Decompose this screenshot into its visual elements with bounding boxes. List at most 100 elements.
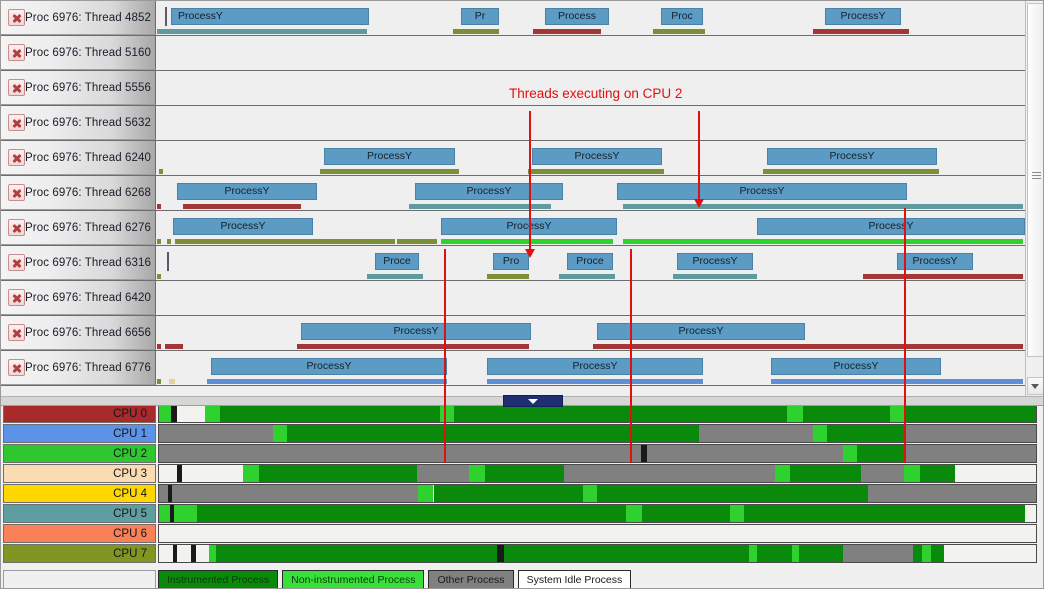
thread-row[interactable]: Proc 6976: Thread 4852 ProcessY Pr Process P… [1, 1, 1043, 36]
close-icon[interactable] [8, 79, 25, 96]
thread-activity-bar[interactable]: ProcessY [767, 148, 937, 165]
thread-activity-bar[interactable]: ProcessY [211, 358, 447, 375]
thread-row[interactable]: Proc 6976: Thread 6240 ProcessY ProcessY Pr… [1, 141, 1043, 176]
cpu-segment [749, 545, 758, 562]
thread-label-cell: Proc 6976: Thread 5556 [1, 71, 156, 105]
thread-activity-bar[interactable]: Pro [493, 253, 529, 270]
thread-row[interactable]: Proc 6976: Thread 6316 Proce Pro Proce Proce… [1, 246, 1043, 281]
thread-track[interactable]: ProcessY ProcessY [157, 316, 1043, 350]
thread-activity-bar[interactable]: Process [545, 8, 609, 25]
thread-state-bar [207, 379, 447, 384]
thread-track[interactable] [157, 36, 1043, 70]
legend-spacer [3, 570, 156, 588]
chevron-down-icon [1031, 384, 1039, 389]
thread-timeline-pane[interactable]: Proc 6976: Thread 4852 ProcessY Pr Process P… [1, 1, 1043, 396]
cpu-segment [173, 505, 197, 522]
thread-row[interactable]: Proc 6976: Thread 6776 ProcessY ProcessY Pr… [1, 351, 1043, 386]
thread-activity-bar[interactable]: ProcessY [415, 183, 563, 200]
thread-activity-bar[interactable]: ProcessY [301, 323, 531, 340]
thread-track[interactable]: ProcessYProcessYProcessY [157, 211, 1043, 245]
thread-label: Proc 6976: Thread 5632 [25, 116, 152, 129]
close-icon[interactable] [8, 324, 25, 341]
close-icon[interactable] [8, 44, 25, 61]
cpu-activity-track[interactable] [158, 484, 1037, 503]
cpu-segment [868, 485, 1036, 502]
thread-state-bar [533, 29, 601, 34]
cpu-label: CPU 7 [3, 544, 156, 563]
cpu-segment [596, 485, 869, 502]
close-icon[interactable] [8, 219, 25, 236]
cpu-segment [827, 425, 907, 442]
thread-activity-bar[interactable]: Proce [567, 253, 613, 270]
close-icon[interactable] [8, 184, 25, 201]
thread-activity-bar[interactable]: ProcessY [597, 323, 805, 340]
thread-row[interactable]: Proc 6976: Thread 6268 ProcessY ProcessY Pr… [1, 176, 1043, 211]
thread-activity-bar[interactable]: ProcessY [173, 218, 313, 235]
chevron-down-icon [528, 399, 538, 404]
thread-state-bar [157, 274, 161, 279]
thread-activity-bar[interactable]: Pr [461, 8, 499, 25]
cpu-segment [243, 465, 259, 482]
cpu-row: CPU 3 [1, 464, 1043, 484]
cpu-segment [1016, 465, 1036, 482]
thread-activity-bar[interactable]: ProcessY [617, 183, 907, 200]
thread-activity-bar[interactable]: ProcessY [677, 253, 753, 270]
cpu-segment [646, 445, 844, 462]
thread-track[interactable]: ProcessY ProcessY ProcessY [157, 176, 1043, 210]
scroll-down-button[interactable] [1027, 377, 1043, 395]
thread-track[interactable]: Proce Pro Proce ProcessY ProcessY [157, 246, 1043, 280]
thread-activity-bar[interactable]: ProcessY [771, 358, 941, 375]
splitter-handle[interactable] [503, 395, 563, 407]
thread-label-cell: Proc 6976: Thread 5160 [1, 36, 156, 70]
thread-state-bar [157, 344, 161, 349]
thread-track[interactable] [157, 281, 1043, 315]
thread-track[interactable]: ProcessY ProcessY ProcessY [157, 141, 1043, 175]
thread-activity-bar[interactable]: ProcessY [487, 358, 703, 375]
cpu-segment [930, 545, 944, 562]
annotation-pointer-line [904, 208, 906, 463]
close-icon[interactable] [8, 114, 25, 131]
thread-label: Proc 6976: Thread 6240 [25, 151, 152, 164]
annotation-pointer-line [698, 111, 700, 201]
cpu-activity-track[interactable] [158, 524, 1037, 543]
thread-pane-scrollbar[interactable] [1025, 1, 1043, 396]
thread-row[interactable]: Proc 6976: Thread 6656 ProcessY ProcessY [1, 316, 1043, 351]
thread-label-cell: Proc 6976: Thread 6316 [1, 246, 156, 280]
cpu-segment [921, 545, 931, 562]
thread-activity-bar[interactable]: ProcessY [177, 183, 317, 200]
thread-state-bar [593, 344, 1023, 349]
close-icon[interactable] [8, 359, 25, 376]
cpu-activity-track[interactable] [158, 504, 1037, 523]
scrollbar-thumb[interactable] [1027, 3, 1043, 357]
thread-label-cell: Proc 6976: Thread 6420 [1, 281, 156, 315]
thread-activity-bar[interactable]: ProcessY [324, 148, 455, 165]
thread-row[interactable]: Proc 6976: Thread 5160 [1, 36, 1043, 71]
cpu-segment [439, 405, 454, 422]
thread-state-bar [157, 29, 367, 34]
cpu-segment [159, 425, 273, 442]
thread-activity-bar[interactable]: Proce [375, 253, 419, 270]
thread-track[interactable]: ProcessY ProcessY ProcessY [157, 351, 1043, 385]
thread-activity-bar[interactable]: ProcessY [532, 148, 662, 165]
thread-row[interactable]: Proc 6976: Thread 6276ProcessYProcessYPr… [1, 211, 1043, 246]
annotation-arrowhead-icon [694, 199, 704, 208]
thread-activity-bar[interactable]: ProcessY [171, 8, 369, 25]
pane-splitter[interactable] [1, 395, 1043, 407]
cpu-activity-track[interactable] [158, 464, 1037, 483]
cpu-activity-track[interactable] [158, 544, 1037, 563]
close-icon[interactable] [8, 254, 25, 271]
close-icon[interactable] [8, 9, 25, 26]
close-icon[interactable] [8, 289, 25, 306]
thread-state-bar [320, 169, 459, 174]
thread-label-cell: Proc 6976: Thread 6240 [1, 141, 156, 175]
thread-row[interactable]: Proc 6976: Thread 6420 [1, 281, 1043, 316]
thread-activity-bar[interactable]: Proc [661, 8, 703, 25]
thread-activity-bar[interactable]: ProcessY [757, 218, 1025, 235]
thread-activity-bar[interactable]: ProcessY [897, 253, 973, 270]
close-icon[interactable] [8, 149, 25, 166]
thread-row[interactable]: Proc 6976: Thread 5632 [1, 106, 1043, 141]
thread-state-bar [167, 239, 171, 244]
thread-track[interactable] [157, 106, 1043, 140]
thread-activity-bar[interactable]: ProcessY [825, 8, 901, 25]
thread-track[interactable]: ProcessY Pr Process Proc ProcessY [157, 1, 1043, 35]
